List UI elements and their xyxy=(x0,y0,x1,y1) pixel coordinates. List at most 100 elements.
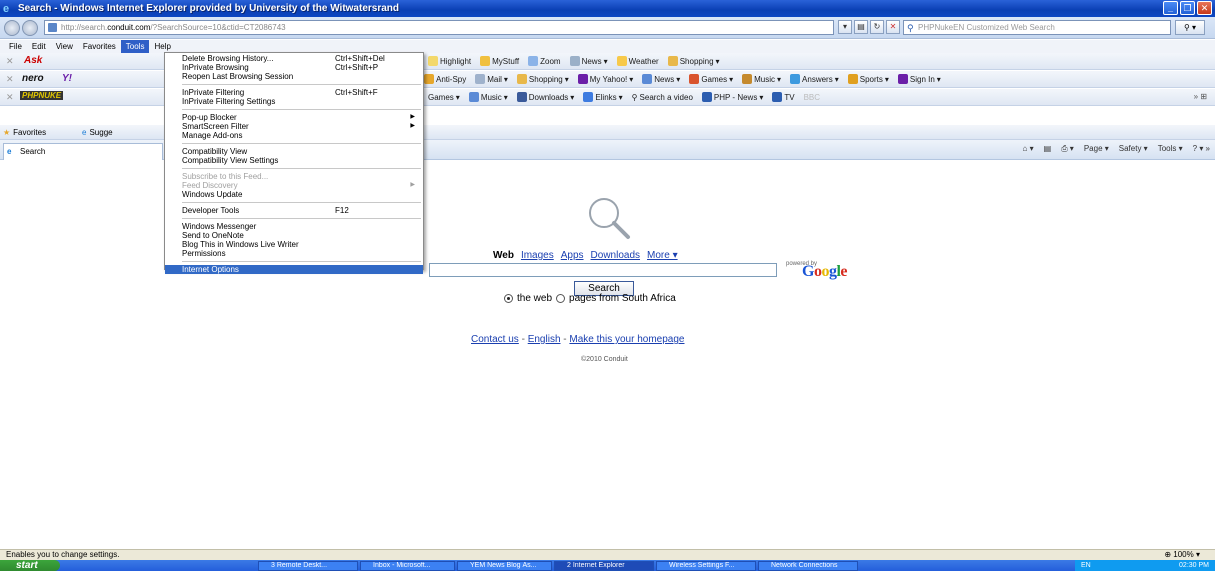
yahoo-logo[interactable]: Y! xyxy=(62,73,72,84)
phpnuke-logo[interactable]: PHPNUKE xyxy=(20,91,64,100)
ask-logo[interactable]: Ask xyxy=(24,55,42,66)
tab-search[interactable]: e Search xyxy=(3,143,163,160)
forward-button[interactable] xyxy=(22,20,38,36)
minimize-button[interactable]: _ xyxy=(1163,1,1178,15)
menu-popup-blocker[interactable]: Pop-up Blocker ▶ xyxy=(165,113,423,122)
nero-logo[interactable]: nero xyxy=(22,73,44,84)
nav-downloads[interactable]: Downloads xyxy=(591,250,640,261)
print-icon[interactable]: ⎙ ▾ xyxy=(1061,144,1074,154)
task-inbox[interactable]: Inbox - Microsoft... xyxy=(360,561,455,571)
zoom-level[interactable]: ⊕ 100% ▾ xyxy=(1164,550,1200,560)
compatibility-icon[interactable]: ▤ xyxy=(854,20,868,34)
language-indicator[interactable]: EN xyxy=(1081,560,1091,571)
toolbar-games[interactable]: Games ▾ xyxy=(689,74,733,84)
page-search-input[interactable] xyxy=(429,263,777,277)
nav-apps[interactable]: Apps xyxy=(561,250,584,261)
stop-icon[interactable]: ✕ xyxy=(886,20,900,34)
menu-inprivate-filtering[interactable]: InPrivate Filtering Ctrl+Shift+F xyxy=(165,88,423,97)
toolbar-mail[interactable]: Mail ▾ xyxy=(475,74,508,84)
tools-menu[interactable]: Tools ▾ xyxy=(1158,144,1183,154)
menu-internet-options[interactable]: Internet Options xyxy=(165,265,423,274)
toolbar-php-news[interactable]: PHP - News ▾ xyxy=(701,92,763,102)
toolbar-elinks[interactable]: Elinks ▾ xyxy=(583,92,623,102)
menu-manage-addons[interactable]: Manage Add-ons xyxy=(165,131,423,140)
toolbar-signin[interactable]: Sign In ▾ xyxy=(897,74,941,84)
nav-more[interactable]: More ▾ xyxy=(647,250,678,261)
toolbar-zoom[interactable]: Zoom xyxy=(528,56,561,66)
menu-developer-tools[interactable]: Developer Tools F12 xyxy=(165,206,423,215)
radio-local[interactable] xyxy=(556,294,566,303)
close-button[interactable]: ✕ xyxy=(1197,1,1212,15)
menu-send-onenote[interactable]: Send to OneNote xyxy=(165,231,423,240)
toolbar-tv[interactable]: TV xyxy=(772,92,795,102)
radio-web[interactable] xyxy=(504,294,513,303)
task-yem-news[interactable]: YEM News Blog Ås... xyxy=(457,561,552,571)
maximize-button[interactable]: ❐ xyxy=(1180,1,1195,15)
back-button[interactable] xyxy=(4,20,20,36)
menu-inprivate-browsing[interactable]: InPrivate Browsing Ctrl+Shift+P xyxy=(165,63,423,72)
toolbar-music3[interactable]: Music ▾ xyxy=(468,92,508,102)
start-button[interactable]: start xyxy=(0,560,60,571)
toolbar-myyahoo[interactable]: My Yahoo! ▾ xyxy=(577,74,633,84)
task-internet-explorer[interactable]: 2 Internet Explorer xyxy=(554,561,654,571)
close-toolbar-icon[interactable]: ✕ xyxy=(6,92,14,103)
menu-permissions[interactable]: Permissions xyxy=(165,249,423,258)
toolbar-shopping[interactable]: Shopping ▾ xyxy=(667,56,720,66)
home-icon[interactable]: ⌂ ▾ xyxy=(1023,144,1034,154)
menu-windows-update[interactable]: Windows Update xyxy=(165,190,423,199)
toolbar-sports[interactable]: Sports ▾ xyxy=(847,74,889,84)
toolbar-news[interactable]: News ▾ xyxy=(569,56,608,66)
toolbar-row1-items: Highlight MyStuff Zoom News ▾ Weather Sh… xyxy=(428,56,720,66)
menu-windows-messenger[interactable]: Windows Messenger xyxy=(165,222,423,231)
dropdown-arrow-icon[interactable]: ▾ xyxy=(838,20,852,34)
nav-web[interactable]: Web xyxy=(493,250,514,261)
homepage-link[interactable]: Make this your homepage xyxy=(569,334,684,345)
english-link[interactable]: English xyxy=(528,334,561,345)
address-tools: ▾ ▤ ↻ ✕ xyxy=(838,20,900,34)
toolbar-news2[interactable]: News ▾ xyxy=(642,74,680,84)
close-toolbar-icon[interactable]: ✕ xyxy=(6,74,14,85)
menu-delete-history[interactable]: Delete Browsing History... Ctrl+Shift+Del xyxy=(165,54,423,63)
safety-menu[interactable]: Safety ▾ xyxy=(1119,144,1148,154)
menu-favorites[interactable]: Favorites xyxy=(78,40,121,53)
refresh-icon[interactable]: ↻ xyxy=(870,20,884,34)
toolbar-bbc[interactable]: BBC xyxy=(804,93,820,102)
menu-tools[interactable]: Tools xyxy=(120,40,150,53)
search-go-button[interactable]: ⚲ ▾ xyxy=(1175,20,1205,35)
menu-blog-this[interactable]: Blog This in Windows Live Writer xyxy=(165,240,423,249)
page-menu[interactable]: Page ▾ xyxy=(1084,144,1109,154)
menu-view[interactable]: View xyxy=(51,40,78,53)
toolbar-answers[interactable]: Answers ▾ xyxy=(790,74,839,84)
favorites-button[interactable]: ★ Favorites xyxy=(3,128,46,137)
toolbar-music[interactable]: Music ▾ xyxy=(742,74,781,84)
menu-file[interactable]: File xyxy=(4,40,27,53)
menu-compat-settings[interactable]: Compatibility View Settings xyxy=(165,156,423,165)
toolbar-highlight[interactable]: Highlight xyxy=(428,56,471,66)
separator: - xyxy=(518,334,528,345)
toolbar-shopping2[interactable]: Shopping ▾ xyxy=(516,74,569,84)
menu-compat-view[interactable]: Compatibility View xyxy=(165,147,423,156)
task-network-connections[interactable]: Network Connections xyxy=(758,561,858,571)
toolbar-antispy[interactable]: Anti-Spy xyxy=(424,74,466,84)
toolbar-games3[interactable]: Games ▾ xyxy=(428,93,460,102)
suggested-sites[interactable]: e Sugge xyxy=(82,128,113,137)
contact-us-link[interactable]: Contact us xyxy=(471,334,519,345)
task-remote-desktop[interactable]: 3 Remote Deskt... xyxy=(258,561,358,571)
search-input[interactable]: ⚲ PHPNukeEN Customized Web Search xyxy=(903,20,1171,35)
menu-reopen-session[interactable]: Reopen Last Browsing Session xyxy=(165,72,423,81)
toolbar-search-video[interactable]: ⚲ Search a video xyxy=(632,93,693,102)
toolbar-downloads[interactable]: Downloads ▾ xyxy=(516,92,574,102)
toolbar-mystuff[interactable]: MyStuff xyxy=(480,56,519,66)
feeds-icon[interactable]: ▤ xyxy=(1044,144,1052,154)
menu-separator xyxy=(182,109,421,110)
address-bar[interactable]: http://search.conduit.com/?SearchSource=… xyxy=(44,20,834,35)
menu-inprivate-filtering-settings[interactable]: InPrivate Filtering Settings xyxy=(165,97,423,106)
menu-smartscreen[interactable]: SmartScreen Filter ▶ xyxy=(165,122,423,131)
task-wireless-settings[interactable]: Wireless Settings F... xyxy=(656,561,756,571)
help-icon[interactable]: ? ▾ » xyxy=(1193,144,1210,154)
menu-edit[interactable]: Edit xyxy=(27,40,51,53)
close-toolbar-icon[interactable]: ✕ xyxy=(6,56,14,67)
nav-images[interactable]: Images xyxy=(521,250,554,261)
toolbar-overflow-icon[interactable]: » ⊞ xyxy=(1194,92,1207,101)
toolbar-weather[interactable]: Weather xyxy=(616,56,659,66)
